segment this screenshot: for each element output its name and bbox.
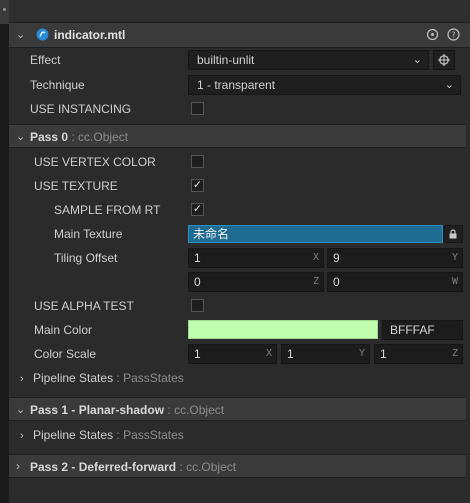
pass-0-section-header[interactable]: ⌄ Pass 0 : cc.Object xyxy=(9,124,466,148)
pass-0-type: : cc.Object xyxy=(71,130,129,144)
effect-label: Effect xyxy=(30,53,61,67)
axis-z-label: Z xyxy=(451,348,458,359)
chevron-down-icon: ⌄ xyxy=(444,79,454,91)
tiling-offset-x-field[interactable]: 1 X xyxy=(188,248,324,268)
use-instancing-label: USE INSTANCING xyxy=(30,102,132,116)
pipeline-states-label: Pipeline States xyxy=(33,371,114,385)
crosshair-icon xyxy=(438,54,450,66)
tiling-offset-z-field[interactable]: 0 Z xyxy=(188,272,324,292)
axis-x-label: X xyxy=(312,252,319,263)
tiling-offset-y-field[interactable]: 9 Y xyxy=(327,248,463,268)
use-vertex-color-checkbox[interactable] xyxy=(191,155,204,168)
pass-0-title: Pass 0 xyxy=(30,130,69,144)
effect-value: builtin-unlit xyxy=(197,53,255,67)
tiling-offset-x-value: 1 xyxy=(194,251,201,265)
chevron-down-icon: ⌄ xyxy=(16,131,26,143)
color-scale-y-field[interactable]: 1 Y xyxy=(281,344,370,364)
main-color-hex-value: BFFFAF xyxy=(390,323,435,337)
main-color-label: Main Color xyxy=(34,323,93,337)
tiling-offset-label: Tiling Offset xyxy=(54,251,118,265)
left-panel-strip xyxy=(0,0,9,503)
panel-handle-icon[interactable] xyxy=(3,8,6,11)
axis-y-label: Y xyxy=(451,252,458,263)
pass-1-pipeline-states-row[interactable]: › Pipeline States : PassStates xyxy=(20,428,184,442)
tiling-offset-w-value: 0 xyxy=(333,275,340,289)
chevron-right-icon: › xyxy=(20,373,24,385)
chevron-right-icon: › xyxy=(20,430,24,442)
tiling-offset-z-value: 0 xyxy=(194,275,201,289)
color-scale-x-value: 1 xyxy=(194,347,201,361)
chevron-down-icon: ⌄ xyxy=(412,54,422,66)
color-scale-label: Color Scale xyxy=(34,347,97,361)
crosshair-locate-icon[interactable] xyxy=(426,28,439,41)
pipeline-states-type: : PassStates xyxy=(116,371,184,385)
pass-1-type: : cc.Object xyxy=(167,403,225,417)
pass-2-title-group: Pass 2 - Deferred-forward : cc.Object xyxy=(30,460,236,474)
color-scale-y-value: 1 xyxy=(287,347,294,361)
tiling-offset-y-value: 9 xyxy=(333,251,340,265)
chevron-down-icon: ⌄ xyxy=(16,404,26,416)
material-asset-icon xyxy=(36,28,49,41)
color-scale-z-field[interactable]: 1 Z xyxy=(374,344,463,364)
effect-dropdown[interactable]: builtin-unlit ⌄ xyxy=(188,50,429,70)
technique-value: 1 - transparent xyxy=(197,78,276,92)
use-texture-checkbox[interactable]: ✓ xyxy=(191,179,204,192)
asset-header: ⌄ indicator.mtl ? xyxy=(9,23,470,48)
collapse-chevron-icon[interactable]: ⌄ xyxy=(16,28,25,41)
technique-dropdown[interactable]: 1 - transparent ⌄ xyxy=(188,75,461,95)
main-texture-label: Main Texture xyxy=(54,227,123,241)
sample-from-rt-checkbox[interactable]: ✓ xyxy=(191,203,204,216)
pipeline-states-type: : PassStates xyxy=(116,428,184,442)
lock-icon xyxy=(449,229,457,239)
axis-z-label: Z xyxy=(312,276,319,287)
use-alpha-test-checkbox[interactable] xyxy=(191,299,204,312)
pass-0-pipeline-states-row[interactable]: › Pipeline States : PassStates xyxy=(20,371,184,385)
pass-2-type: : cc.Object xyxy=(179,460,237,474)
axis-w-label: W xyxy=(451,276,458,287)
sample-from-rt-label: SAMPLE FROM RT xyxy=(54,203,161,217)
pass-1-section-header[interactable]: ⌄ Pass 1 - Planar-shadow : cc.Object xyxy=(9,397,466,421)
main-texture-field[interactable]: 未命名 xyxy=(188,225,443,243)
pipeline-states-label: Pipeline States xyxy=(33,428,114,442)
pass-1-title: Pass 1 - Planar-shadow xyxy=(30,403,165,417)
svg-text:?: ? xyxy=(451,31,455,40)
pass-1-title-group: Pass 1 - Planar-shadow : cc.Object xyxy=(30,403,224,417)
inspector-toolbar xyxy=(9,0,470,23)
color-scale-x-field[interactable]: 1 X xyxy=(188,344,277,364)
asset-title: indicator.mtl xyxy=(54,28,126,42)
main-texture-value: 未命名 xyxy=(193,227,230,241)
technique-label: Technique xyxy=(30,78,85,92)
axis-x-label: X xyxy=(265,348,272,359)
left-panel-cap xyxy=(0,0,9,24)
pass-0-title-group: Pass 0 : cc.Object xyxy=(30,130,128,144)
axis-y-label: Y xyxy=(358,348,365,359)
use-instancing-checkbox[interactable] xyxy=(191,102,204,115)
use-alpha-test-label: USE ALPHA TEST xyxy=(34,299,134,313)
tiling-offset-w-field[interactable]: 0 W xyxy=(327,272,463,292)
main-color-hex-field[interactable]: BFFFAF xyxy=(382,320,463,340)
locate-effect-button[interactable] xyxy=(433,50,455,70)
use-vertex-color-label: USE VERTEX COLOR xyxy=(34,155,156,169)
main-color-swatch[interactable] xyxy=(188,320,378,339)
chevron-right-icon: › xyxy=(16,459,20,473)
color-scale-z-value: 1 xyxy=(380,347,387,361)
help-icon[interactable]: ? xyxy=(447,28,460,41)
pass-2-title: Pass 2 - Deferred-forward xyxy=(30,460,177,474)
pass-2-section-header[interactable]: › Pass 2 - Deferred-forward : cc.Object xyxy=(9,454,466,478)
texture-lock-button[interactable] xyxy=(443,225,463,243)
use-texture-label: USE TEXTURE xyxy=(34,179,118,193)
